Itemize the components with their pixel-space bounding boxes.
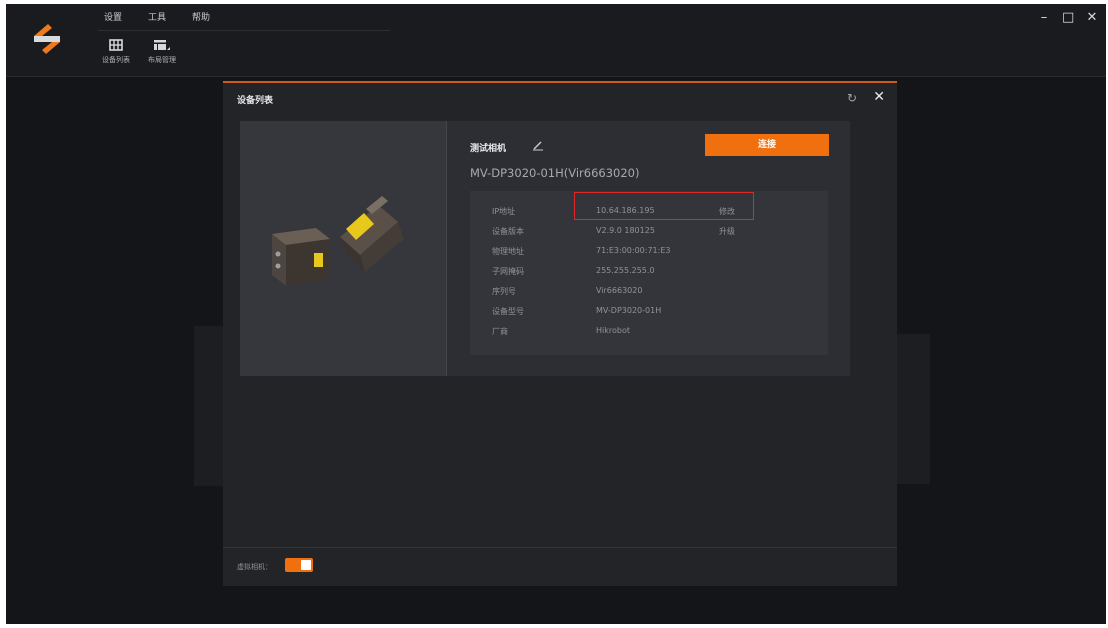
info-row-mac: 物理地址 71:E3:00:00:71:E3 xyxy=(470,241,828,261)
info-value: 255.255.255.0 xyxy=(596,266,655,275)
camera-thumbnail xyxy=(240,121,446,376)
layout-manage-label: 布局管理 xyxy=(148,56,176,64)
menu-help[interactable]: 帮助 xyxy=(192,10,210,23)
info-value: Hikrobot xyxy=(596,326,630,335)
minimize-icon[interactable]: – xyxy=(1038,10,1050,25)
info-label: IP地址 xyxy=(492,207,516,216)
maximize-icon[interactable]: □ xyxy=(1062,10,1074,25)
menu-divider xyxy=(98,30,390,31)
app-logo-icon xyxy=(34,24,60,54)
menu-tools[interactable]: 工具 xyxy=(148,10,166,23)
card-divider xyxy=(446,121,447,376)
title-bar: 设置 工具 帮助 设备列表 布局管理 – □ ✕ xyxy=(6,4,1106,77)
menu-bar: 设置 工具 帮助 xyxy=(104,10,210,23)
ip-highlight-box xyxy=(574,192,754,220)
layout-manage-button[interactable]: 布局管理 xyxy=(140,36,184,65)
edit-name-icon[interactable] xyxy=(532,139,544,151)
connect-button[interactable]: 连接 xyxy=(705,134,829,156)
toggle-knob xyxy=(301,560,311,570)
info-label: 序列号 xyxy=(492,287,516,296)
info-value: 71:E3:00:00:71:E3 xyxy=(596,246,671,255)
dialog-title: 设备列表 xyxy=(237,96,274,106)
device-list-button[interactable]: 设备列表 xyxy=(94,36,138,65)
close-window-icon[interactable]: ✕ xyxy=(1086,10,1098,25)
device-list-label: 设备列表 xyxy=(102,56,130,64)
app-window: 设置 工具 帮助 设备列表 布局管理 – □ ✕ 设备列表 ↻ ✕ 测试相机 M… xyxy=(6,4,1106,624)
virtual-camera-toggle[interactable] xyxy=(285,558,313,572)
window-controls: – □ ✕ xyxy=(1038,10,1098,25)
info-row-vendor: 厂商 Hikrobot xyxy=(470,321,828,341)
info-label: 厂商 xyxy=(492,327,508,336)
info-value: MV-DP3020-01H xyxy=(596,306,662,315)
footer-divider xyxy=(223,547,897,548)
camera-product-image xyxy=(272,196,404,286)
menu-settings[interactable]: 设置 xyxy=(104,10,122,23)
camera-card[interactable]: 测试相机 MV-DP3020-01H(Vir6663020) 连接 IP地址 1… xyxy=(240,121,850,376)
upgrade-link[interactable]: 升级 xyxy=(719,226,735,237)
info-value: V2.9.0 180125 xyxy=(596,226,655,235)
device-info-panel: IP地址 10.64.186.195 修改 设备版本 V2.9.0 180125… xyxy=(470,191,828,355)
grid-icon xyxy=(109,39,123,51)
workspace-shape-right xyxy=(894,334,930,484)
info-label: 子网掩码 xyxy=(492,267,524,276)
workspace-shape-left xyxy=(194,326,226,486)
info-row-subnet: 子网掩码 255.255.255.0 xyxy=(470,261,828,281)
info-label: 设备型号 xyxy=(492,307,524,316)
camera-model: MV-DP3020-01H(Vir6663020) xyxy=(470,166,640,180)
info-row-version: 设备版本 V2.9.0 180125 升级 xyxy=(470,221,828,241)
layout-icon xyxy=(154,40,170,50)
device-list-dialog: 设备列表 ↻ ✕ 测试相机 MV-DP3020-01H(Vir6663020) … xyxy=(223,81,897,586)
info-value: Vir6663020 xyxy=(596,286,643,295)
virtual-camera-label: 虚拟相机： xyxy=(237,563,272,571)
info-label: 设备版本 xyxy=(492,227,524,236)
info-label: 物理地址 xyxy=(492,247,524,256)
refresh-icon[interactable]: ↻ xyxy=(847,91,857,105)
dialog-close-icon[interactable]: ✕ xyxy=(873,89,885,105)
info-row-model: 设备型号 MV-DP3020-01H xyxy=(470,301,828,321)
camera-name: 测试相机 xyxy=(470,144,507,154)
info-row-serial: 序列号 Vir6663020 xyxy=(470,281,828,301)
